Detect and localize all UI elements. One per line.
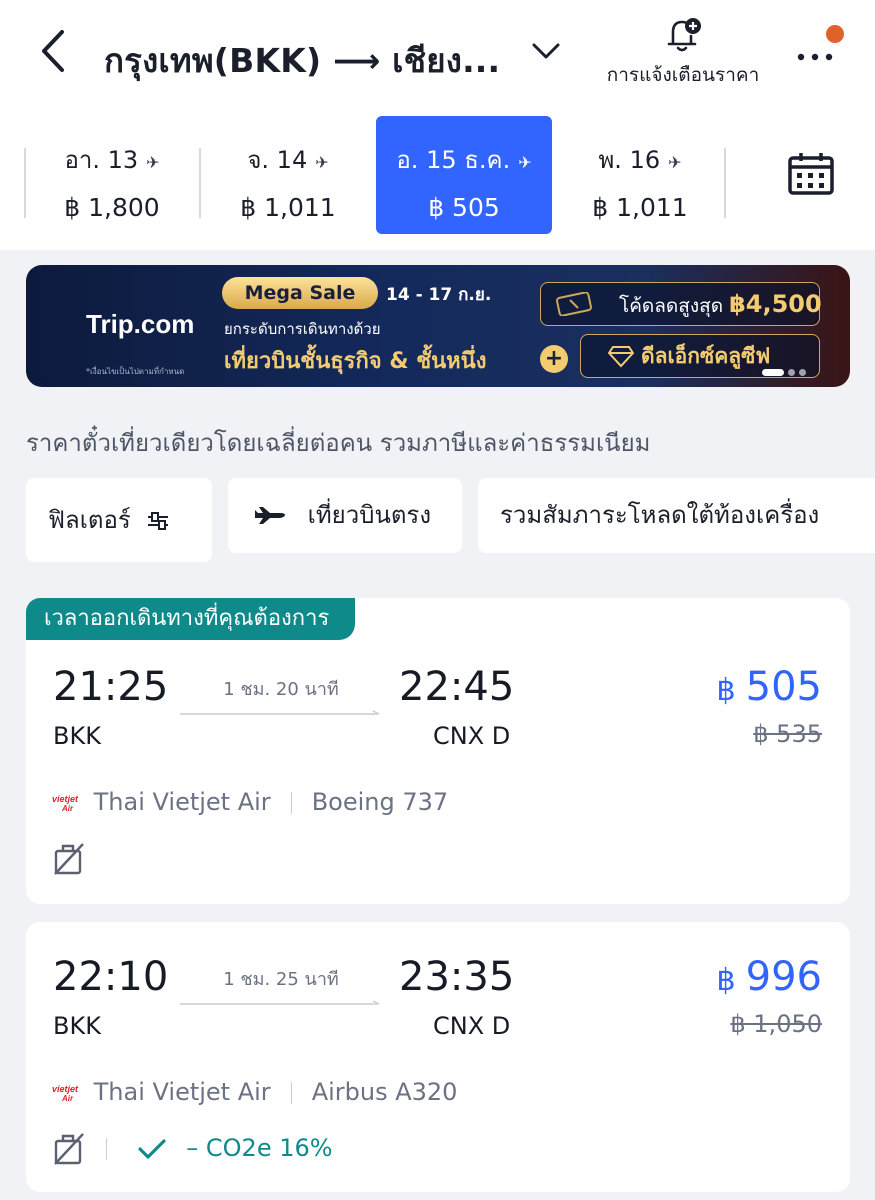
flight-card[interactable]: เวลาออกเดินทางที่คุณต้องการ 21:25 1 ชม. …: [26, 598, 850, 904]
plane-icon: ✈: [668, 153, 682, 172]
arrival-airport: CNX D: [433, 722, 511, 750]
date-text: อา. 13: [64, 146, 139, 174]
plane-icon: ✈: [146, 153, 160, 172]
date-option-wed-16[interactable]: พ. 16 ✈ ฿ 1,011: [552, 116, 728, 234]
flight-card[interactable]: 22:10 1 ชม. 25 นาที 23:35 BKK CNX D ฿ 996…: [26, 922, 850, 1192]
banner-line1: ยกระดับการเดินทางด้วย: [224, 320, 381, 338]
departure-time: 22:10: [53, 954, 169, 1000]
flight-price: ฿ 996: [717, 954, 822, 1000]
departure-airport: BKK: [53, 722, 101, 750]
diamond-icon: [608, 346, 634, 368]
flight-duration: 1 ชม. 20 นาที: [223, 679, 339, 700]
date-label: อา. 13 ✈: [24, 140, 200, 179]
check-icon: [138, 1139, 166, 1159]
carousel-dot-active: [762, 369, 784, 376]
co2-label: – CO2e 16%: [186, 1134, 333, 1162]
airline-info: vietjet Air Thai Vietjet Air Airbus A320: [50, 1078, 457, 1106]
airline-name: Thai Vietjet Air: [93, 788, 271, 816]
sliders-icon: [148, 512, 169, 530]
airplane-icon: [255, 507, 285, 524]
coupon-label: โค้ดลดสูงสุด: [619, 295, 724, 317]
promo-banner[interactable]: Trip.com *เงื่อนไขเป็นไปตามที่กำหนด Mega…: [26, 265, 850, 387]
calendar-button[interactable]: [745, 116, 875, 234]
carousel-dots: [762, 362, 832, 376]
price-alert-label: การแจ้งเตือนราคา: [606, 64, 760, 86]
price-value: 996: [745, 954, 822, 1000]
date-price: ฿ 1,800: [64, 193, 160, 222]
direct-flight-filter[interactable]: เที่ยวบินตรง: [228, 478, 462, 553]
date-option-tue-15-selected[interactable]: อ. 15 ธ.ค. ✈ ฿ 505: [376, 116, 552, 234]
more-options-icon[interactable]: [795, 40, 839, 66]
airline-info: vietjet Air Thai Vietjet Air Boeing 737: [50, 788, 448, 816]
svg-text:vietjet: vietjet: [52, 1084, 79, 1094]
preferred-time-tag: เวลาออกเดินทางที่คุณต้องการ: [26, 598, 356, 640]
date-option-sun-13[interactable]: อา. 13 ✈ ฿ 1,800: [24, 116, 200, 234]
date-divider: [724, 148, 726, 218]
date-label: จ. 14 ✈: [200, 140, 376, 179]
date-price: ฿ 1,011: [592, 193, 688, 222]
plane-icon: ✈: [518, 153, 532, 172]
filter-label: ฟิลเตอร์: [48, 506, 131, 534]
divider: [290, 792, 292, 814]
currency-symbol: ฿: [716, 673, 736, 708]
duration-line: [180, 710, 380, 715]
carousel-dot: [788, 369, 795, 376]
vietjet-logo: vietjet Air: [52, 1084, 79, 1103]
no-checked-bag-icon: [54, 843, 84, 875]
banner-line2: เที่ยวบินชั้นธุรกิจ & ชั้นหนึ่ง: [224, 349, 487, 374]
date-label: อ. 15 ธ.ค. ✈: [376, 140, 552, 179]
date-text: อ. 15 ธ.ค.: [396, 146, 511, 174]
arrival-airport: CNX D: [433, 1012, 511, 1040]
plane-icon: ✈: [315, 153, 329, 172]
calendar-icon: [788, 153, 834, 195]
svg-text:Air: Air: [61, 804, 74, 813]
coupon-amount: ฿4,500: [729, 290, 822, 318]
date-text: พ. 16: [598, 146, 661, 174]
svg-text:Air: Air: [61, 1094, 74, 1103]
price-value: 505: [745, 664, 822, 710]
no-checked-bag-icon: [54, 1133, 84, 1165]
mega-sale-badge: Mega Sale: [222, 277, 378, 309]
chevron-down-icon[interactable]: [528, 36, 564, 66]
route-title[interactable]: กรุงเทพ(BKK) ⟶ เชียง...: [104, 34, 500, 87]
airline-name: Thai Vietjet Air: [93, 1078, 271, 1106]
back-arrow-icon[interactable]: [36, 26, 76, 76]
banner-note: *เงื่อนไขเป็นไปตามที่กำหนด: [86, 367, 185, 376]
date-price: ฿ 505: [428, 193, 500, 222]
divider: [106, 1138, 107, 1160]
trip-logo: Trip.com: [86, 309, 195, 339]
carousel-dot: [799, 369, 806, 376]
sale-dates: 14 - 17 ก.ย.: [386, 285, 492, 305]
price-info-text: ราคาตั๋วเที่ยวเดียวโดยเฉลี่ยต่อคน รวมภาษ…: [26, 429, 651, 457]
arrival-time: 22:45: [399, 664, 515, 710]
price-alert-button[interactable]: การแจ้งเตือนราคา: [588, 14, 778, 94]
plus-icon: +: [540, 345, 568, 373]
aircraft-type: Airbus A320: [311, 1078, 458, 1106]
original-price: ฿ 535: [753, 720, 822, 748]
date-option-mon-14[interactable]: จ. 14 ✈ ฿ 1,011: [200, 116, 376, 234]
bell-plus-icon: [667, 18, 701, 52]
filter-button[interactable]: ฟิลเตอร์: [26, 478, 212, 562]
checked-baggage-filter[interactable]: รวมสัมภาระโหลดใต้ท้องเครื่อง: [478, 478, 875, 553]
date-label: พ. 16 ✈: [552, 140, 728, 179]
direct-flight-label: เที่ยวบินตรง: [307, 501, 432, 529]
departure-time: 21:25: [53, 664, 169, 710]
flight-duration: 1 ชม. 25 นาที: [223, 969, 339, 990]
arrival-time: 23:35: [399, 954, 515, 1000]
original-price: ฿ 1,050: [730, 1010, 822, 1038]
ticket-icon: [556, 292, 592, 316]
duration-line: [180, 1000, 380, 1005]
flight-price: ฿ 505: [717, 664, 822, 710]
vietjet-logo: vietjet Air: [52, 794, 79, 813]
departure-airport: BKK: [53, 1012, 101, 1040]
co2-info: – CO2e 16%: [106, 1134, 333, 1162]
aircraft-type: Boeing 737: [311, 788, 449, 816]
notification-dot: [826, 25, 844, 43]
date-selector: อา. 13 ✈ ฿ 1,800 จ. 14 ✈ ฿ 1,011 อ. 15 ธ.ค…: [0, 116, 760, 234]
svg-text:vietjet: vietjet: [52, 794, 79, 804]
divider: [290, 1082, 292, 1104]
date-price: ฿ 1,011: [240, 193, 336, 222]
date-text: จ. 14: [247, 146, 308, 174]
currency-symbol: ฿: [716, 963, 736, 998]
